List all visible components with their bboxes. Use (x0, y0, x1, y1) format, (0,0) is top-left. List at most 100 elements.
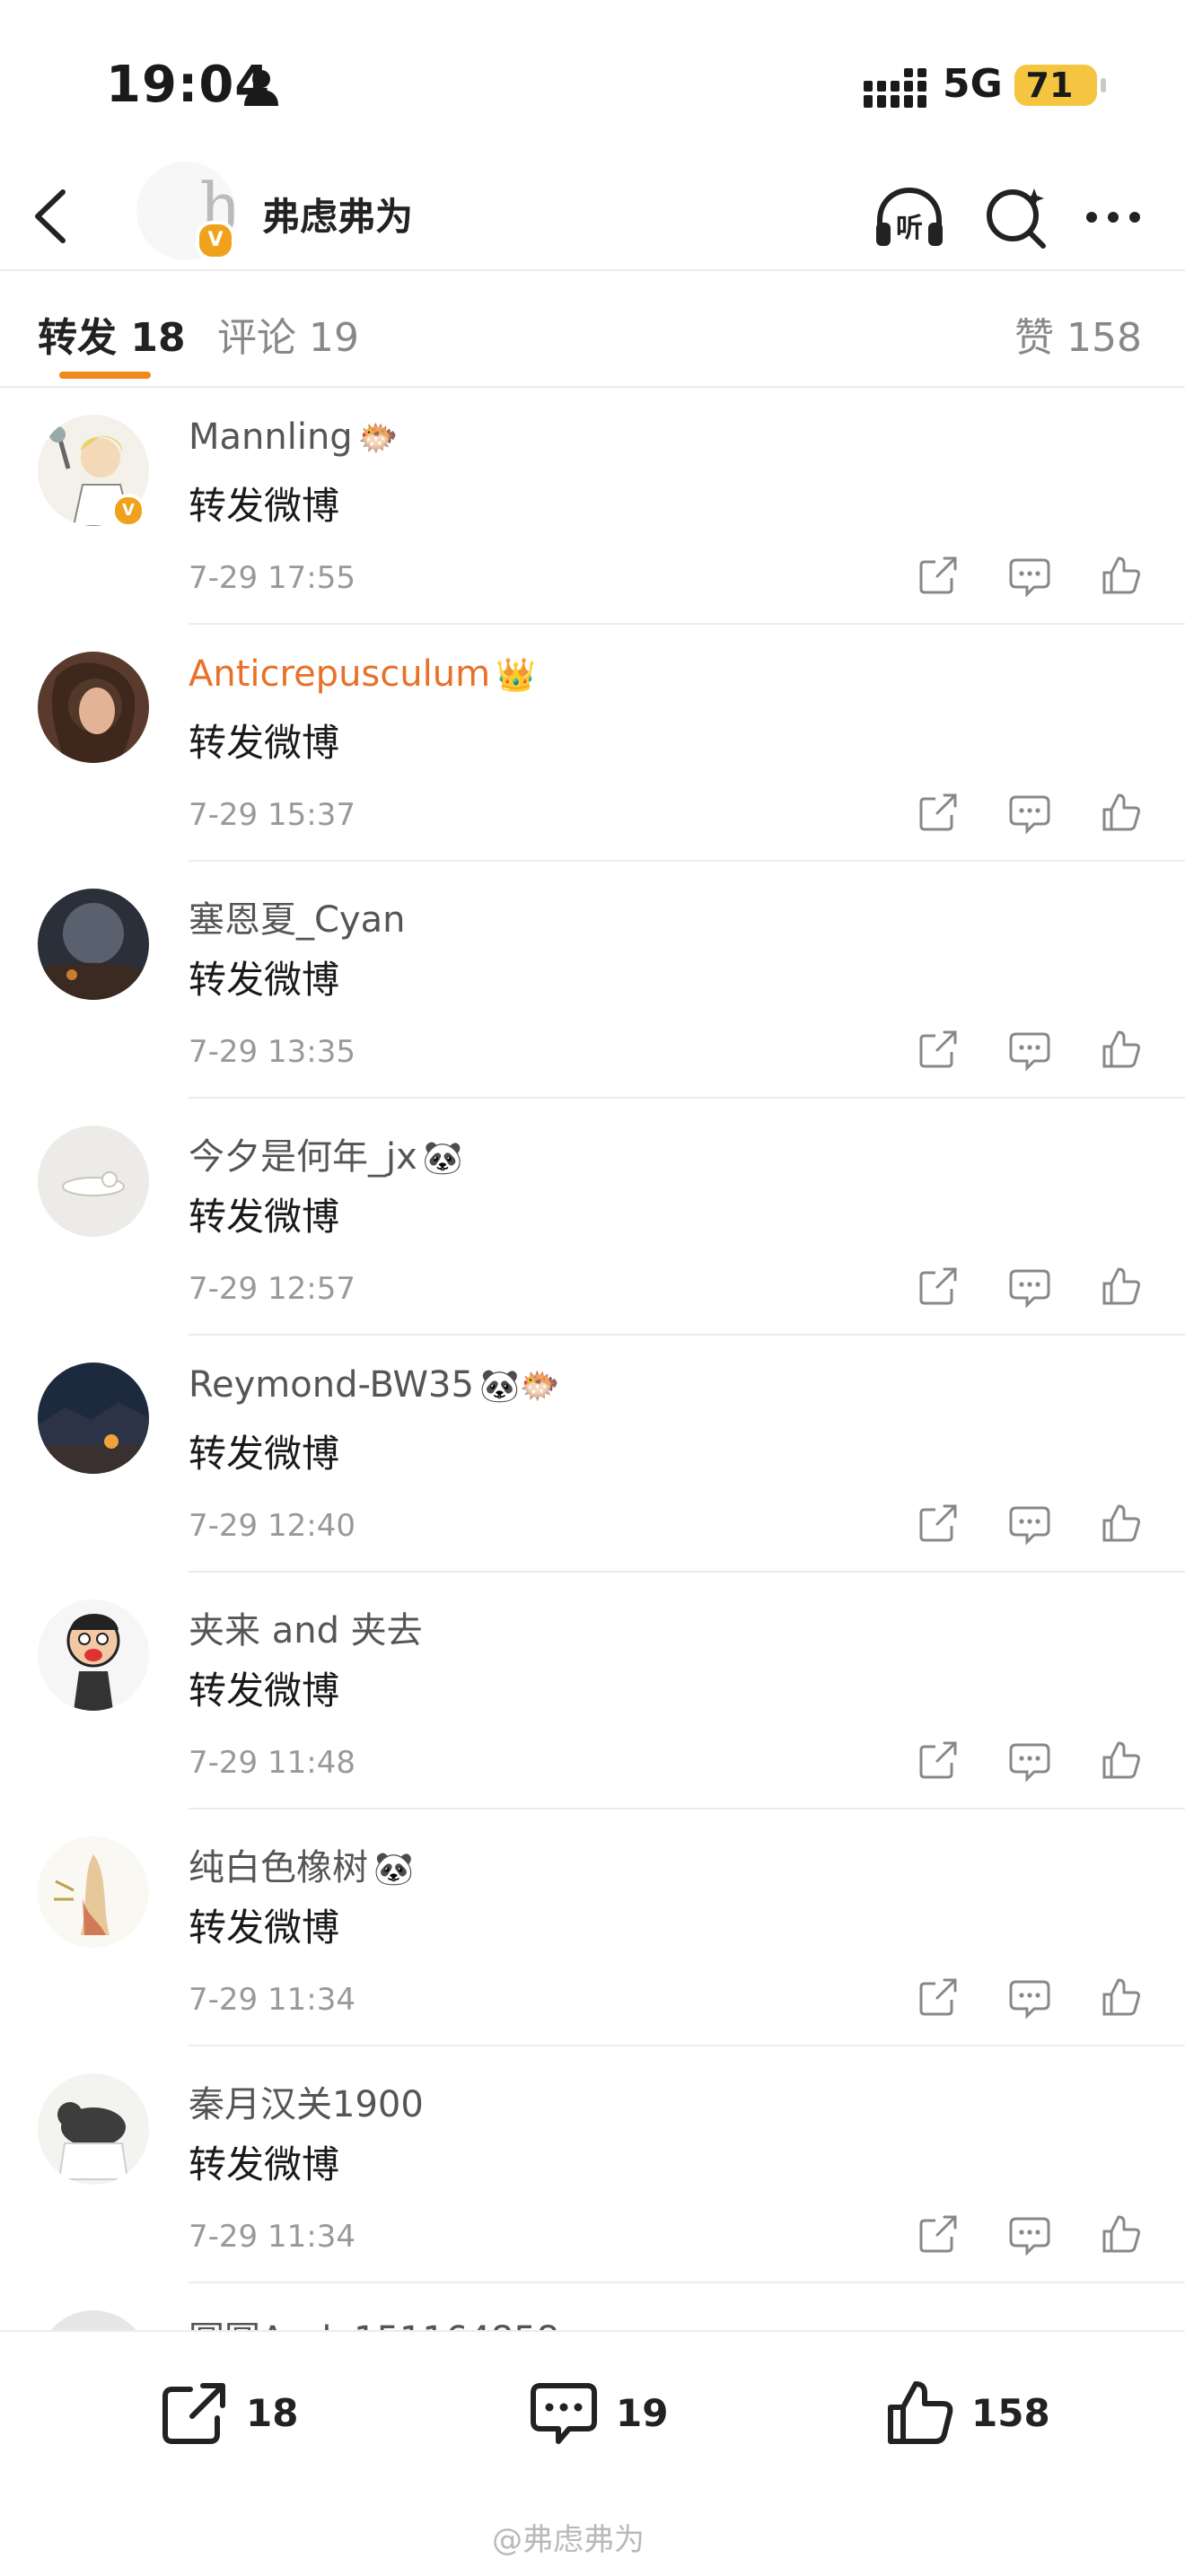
like-icon[interactable] (1099, 1264, 1144, 1309)
user-name[interactable]: 今夕是何年_jx 🐼 (189, 1127, 463, 1179)
repost-text: 转发微博 (189, 721, 340, 765)
tab-likes-label: 赞 (1014, 315, 1055, 361)
user-name-text: Reymond-BW35 (189, 1364, 474, 1406)
like-icon[interactable] (1099, 1501, 1144, 1546)
user-name-text: 夹来 and 夹去 (189, 1610, 423, 1652)
user-name[interactable]: 纯白色橡树 🐼 (189, 1838, 414, 1890)
avatar-image[interactable] (38, 2073, 149, 2185)
repost-date: 7-29 11:34 (189, 2219, 356, 2255)
user-name[interactable]: Mannling 🐡 (189, 416, 399, 458)
repost-date: 7-29 17:55 (189, 560, 356, 596)
list-item[interactable]: 塞恩夏_Cyan 转发微博 7-29 13:35 (0, 862, 1185, 1099)
list-item[interactable]: 圆圆Arale151164858 (0, 2283, 1185, 2337)
repost-text: 转发微博 (189, 1432, 340, 1476)
back-arrow-icon[interactable] (25, 185, 79, 248)
repost-text: 转发微博 (189, 1669, 340, 1713)
tab-likes-count: 158 (1066, 315, 1142, 361)
share-icon[interactable] (916, 2212, 961, 2256)
user-name[interactable]: 塞恩夏_Cyan (189, 890, 410, 942)
user-name[interactable]: 秦月汉关1900 (189, 2075, 429, 2127)
avatar-image[interactable] (38, 1836, 149, 1948)
tab-reposts-label: 转发 (38, 315, 117, 361)
list-item[interactable]: V Mannling 🐡 转发微博 7-29 17:55 (0, 388, 1185, 625)
like-icon[interactable] (1099, 553, 1144, 598)
comment-icon[interactable] (1007, 2212, 1052, 2256)
share-icon (162, 2383, 225, 2444)
list-item[interactable]: 夹来 and 夹去 转发微博 7-29 11:48 (0, 1573, 1185, 1809)
user-name[interactable]: 夹来 and 夹去 (189, 1601, 428, 1653)
tab-reposts[interactable]: 转发 18 (38, 305, 186, 363)
tab-comments[interactable]: 评论 19 (217, 305, 359, 363)
repost-date: 7-29 12:40 (189, 1508, 356, 1544)
verified-badge-icon: V (196, 221, 235, 260)
like-button[interactable]: 158 (883, 2377, 1050, 2449)
repost-date: 7-29 13:35 (189, 1034, 356, 1070)
user-name-text: 今夕是何年_jx (189, 1136, 417, 1178)
person-icon (244, 70, 278, 106)
comment-icon[interactable] (1007, 790, 1052, 835)
bottom-action-bar: 18 19 158 @弗虑弗为 (0, 2330, 1185, 2576)
user-badge-emoji: 🐼 (373, 1851, 414, 1888)
tab-comments-label: 评论 (217, 315, 296, 361)
share-icon[interactable] (916, 553, 961, 598)
like-icon[interactable] (1099, 1738, 1144, 1783)
comment-count: 19 (616, 2390, 669, 2435)
user-name-text: Anticrepusculum (189, 653, 491, 695)
repost-date: 7-29 11:34 (189, 1982, 356, 2018)
share-icon[interactable] (916, 1501, 961, 1546)
comment-icon[interactable] (1007, 1027, 1052, 1072)
share-icon[interactable] (916, 790, 961, 835)
comment-icon[interactable] (1007, 1501, 1052, 1546)
like-icon[interactable] (1099, 1027, 1144, 1072)
like-icon[interactable] (1099, 2212, 1144, 2256)
avatar-image[interactable] (38, 1599, 149, 1711)
comment-icon[interactable] (1007, 553, 1052, 598)
like-icon (888, 2381, 953, 2444)
like-icon[interactable] (1099, 1975, 1144, 2020)
battery-level: 71 (1025, 66, 1074, 105)
repost-button[interactable]: 18 (158, 2377, 298, 2449)
svg-text:听: 听 (896, 213, 923, 244)
user-badge-emoji: 🐼🐡 (478, 1368, 560, 1405)
avatar-image[interactable] (38, 652, 149, 763)
author-name[interactable]: 弗虑弗为 (262, 187, 413, 241)
verified-badge-icon: V (111, 494, 145, 528)
comment-icon (531, 2383, 597, 2444)
user-name[interactable]: Reymond-BW35 🐼🐡 (189, 1364, 560, 1406)
comment-icon[interactable] (1007, 1975, 1052, 2020)
listen-headphones-icon[interactable]: 听 (871, 181, 948, 253)
user-name-text: 秦月汉关1900 (189, 2084, 424, 2125)
repost-text: 转发微博 (189, 1906, 340, 1950)
share-icon[interactable] (916, 1264, 961, 1309)
tab-reposts-count: 18 (130, 315, 186, 361)
watermark: @弗虑弗为 (492, 2522, 645, 2558)
more-options-icon[interactable] (1077, 181, 1154, 253)
repost-text: 转发微博 (189, 1195, 340, 1239)
avatar-image[interactable] (38, 1126, 149, 1237)
repost-text: 转发微博 (189, 484, 340, 528)
avatar-image[interactable] (38, 1362, 149, 1474)
list-item[interactable]: Reymond-BW35 🐼🐡 转发微博 7-29 12:40 (0, 1336, 1185, 1573)
comment-icon[interactable] (1007, 1264, 1052, 1309)
avatar-image[interactable] (38, 889, 149, 1000)
share-icon[interactable] (916, 1975, 961, 2020)
user-name[interactable]: Anticrepusculum 👑 (189, 653, 536, 695)
nav-bar: h V 弗虑弗为 听 (0, 162, 1185, 271)
like-icon[interactable] (1099, 790, 1144, 835)
active-tab-indicator (59, 372, 151, 379)
repost-count: 18 (246, 2390, 299, 2435)
repost-date: 7-29 11:48 (189, 1745, 356, 1781)
share-icon[interactable] (916, 1027, 961, 1072)
list-item[interactable]: 纯白色橡树 🐼 转发微博 7-29 11:34 (0, 1809, 1185, 2046)
tab-likes[interactable]: 赞 158 (1014, 305, 1142, 363)
list-item[interactable]: 今夕是何年_jx 🐼 转发微博 7-29 12:57 (0, 1099, 1185, 1336)
list-item[interactable]: Anticrepusculum 👑 转发微博 7-29 15:37 (0, 625, 1185, 862)
user-name-text: 塞恩夏_Cyan (189, 899, 406, 941)
comment-button[interactable]: 19 (528, 2377, 668, 2449)
user-badge-emoji: 🐼 (422, 1140, 463, 1177)
share-icon[interactable] (916, 1738, 961, 1783)
repost-date: 7-29 12:57 (189, 1271, 356, 1307)
list-item[interactable]: 秦月汉关1900 转发微博 7-29 11:34 (0, 2046, 1185, 2283)
comment-icon[interactable] (1007, 1738, 1052, 1783)
search-sparkle-icon[interactable] (979, 181, 1056, 253)
